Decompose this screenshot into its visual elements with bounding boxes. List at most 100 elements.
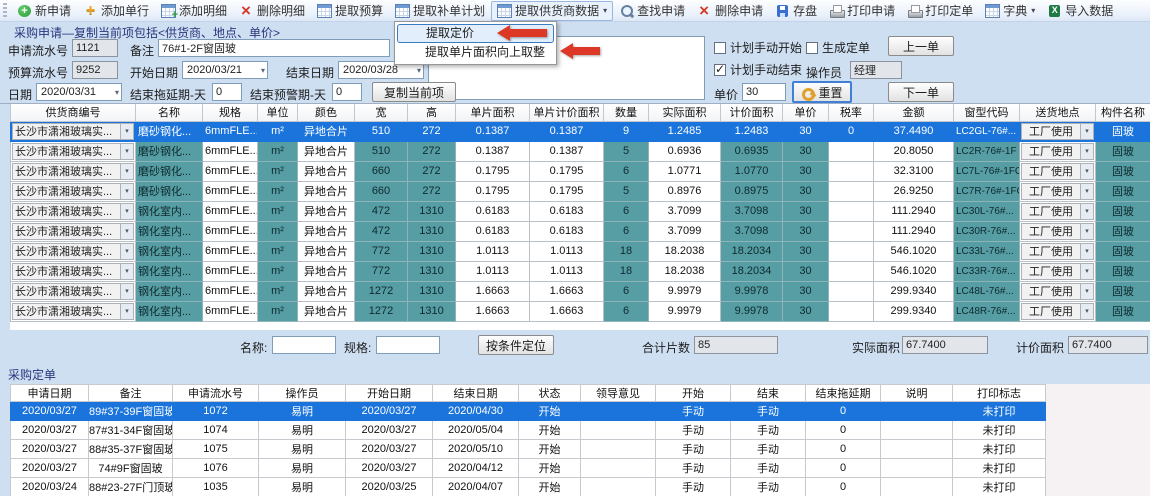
cell-piece-calc-area[interactable]: 0.6183 xyxy=(530,221,604,241)
cell-calc-area[interactable]: 0.6935 xyxy=(721,141,783,161)
cell-calc-area[interactable]: 1.2483 xyxy=(721,121,783,141)
cell-request-date[interactable]: 2020/03/27 xyxy=(11,421,89,440)
cell-unit[interactable]: m² xyxy=(258,201,298,221)
cell-unit[interactable]: m² xyxy=(258,281,298,301)
cell-status[interactable]: 开始 xyxy=(519,459,581,478)
cell-status[interactable]: 开始 xyxy=(519,402,581,421)
cell-unit-price[interactable]: 30 xyxy=(783,201,829,221)
delivery-combobox[interactable]: 工厂使用▾ xyxy=(1021,163,1094,180)
cell-memo[interactable] xyxy=(881,402,953,421)
cell-part-name[interactable]: 固玻 xyxy=(1096,281,1150,301)
cell-width[interactable]: 1272 xyxy=(355,281,408,301)
toolbar-button[interactable]: 提取预算▾ xyxy=(311,1,389,21)
cell-height[interactable]: 272 xyxy=(408,181,456,201)
cell-start-mode[interactable]: 手动 xyxy=(656,459,731,478)
cell-tax[interactable] xyxy=(829,141,874,161)
toolbar-button[interactable]: 添加明细▾ xyxy=(155,1,233,21)
cell-unit-price[interactable]: 30 xyxy=(783,241,829,261)
cell-request-date[interactable]: 2020/03/27 xyxy=(11,440,89,459)
cell-spec[interactable]: 6mmFLE... xyxy=(203,161,258,181)
cell-height[interactable]: 1310 xyxy=(408,221,456,241)
supplier-combobox[interactable]: 长沙市潇湘玻璃实...▾ xyxy=(12,143,134,160)
cell-request-date[interactable]: 2020/03/24 xyxy=(11,478,89,496)
cell-part-name[interactable]: 固玻 xyxy=(1096,241,1150,261)
cell-unit-price[interactable]: 30 xyxy=(783,141,829,161)
cell-window-code[interactable]: LC30R-76#... xyxy=(954,221,1020,241)
delivery-combobox[interactable]: 工厂使用▾ xyxy=(1021,123,1094,140)
delivery-combobox[interactable]: 工厂使用▾ xyxy=(1021,263,1094,280)
cell-spec[interactable]: 6mmFLE... xyxy=(203,121,258,141)
cell-tax[interactable]: 0 xyxy=(829,121,874,141)
cell-height[interactable]: 1310 xyxy=(408,301,456,321)
column-header[interactable]: 单位 xyxy=(258,104,298,121)
cell-memo[interactable] xyxy=(881,440,953,459)
cell-height[interactable]: 272 xyxy=(408,121,456,141)
column-header[interactable]: 申请流水号 xyxy=(173,385,259,402)
column-header[interactable]: 计价面积 xyxy=(721,104,783,121)
cell-color[interactable]: 异地合片 xyxy=(298,121,355,141)
reset-button[interactable]: 重置 xyxy=(792,81,852,103)
detail-row[interactable]: 长沙市潇湘玻璃实...▾ 钢化室内... 6mmFLE... m² 异地合片 1… xyxy=(11,281,1150,301)
detail-row[interactable]: 长沙市潇湘玻璃实...▾ 钢化室内... 6mmFLE... m² 异地合片 7… xyxy=(11,241,1150,261)
cell-opinion[interactable] xyxy=(581,459,656,478)
column-header[interactable]: 规格 xyxy=(203,104,258,121)
cell-end-date[interactable]: 2020/05/04 xyxy=(433,421,519,440)
next-order-button[interactable]: 下一单 xyxy=(888,82,954,102)
cell-memo[interactable] xyxy=(881,421,953,440)
cell-calc-area[interactable]: 3.7098 xyxy=(721,201,783,221)
date-picker[interactable]: 2020/03/31▾ xyxy=(36,83,122,101)
cell-opinion[interactable] xyxy=(581,478,656,496)
supplier-combobox[interactable]: 长沙市潇湘玻璃实...▾ xyxy=(12,203,134,220)
supplier-combobox[interactable]: 长沙市潇湘玻璃实...▾ xyxy=(12,243,134,260)
warn-input[interactable]: 0 xyxy=(332,83,362,101)
cell-spec[interactable]: 6mmFLE... xyxy=(203,221,258,241)
cell-unit[interactable]: m² xyxy=(258,261,298,281)
delivery-combobox[interactable]: 工厂使用▾ xyxy=(1021,143,1094,160)
cell-note[interactable]: 89#37-39F窗固玻 xyxy=(89,402,173,421)
cell-part-name[interactable]: 固玻 xyxy=(1096,181,1150,201)
cell-width[interactable]: 772 xyxy=(355,241,408,261)
cell-qty[interactable]: 9 xyxy=(604,121,649,141)
cell-spec[interactable]: 6mmFLE... xyxy=(203,281,258,301)
cell-tax[interactable] xyxy=(829,281,874,301)
cell-serial[interactable]: 1074 xyxy=(173,421,259,440)
cell-width[interactable]: 660 xyxy=(355,161,408,181)
cell-amount[interactable]: 299.9340 xyxy=(874,301,954,321)
delivery-combobox[interactable]: 工厂使用▾ xyxy=(1021,283,1094,300)
detail-row[interactable]: 长沙市潇湘玻璃实...▾ 磨砂钢化... 6mmFLE... m² 异地合片 6… xyxy=(11,181,1150,201)
column-header[interactable]: 高 xyxy=(408,104,456,121)
cell-part-name[interactable]: 固玻 xyxy=(1096,121,1150,141)
cell-start-date[interactable]: 2020/03/27 xyxy=(346,440,433,459)
prev-order-button[interactable]: 上一单 xyxy=(888,36,954,56)
cell-delay[interactable]: 0 xyxy=(806,402,881,421)
operator-field[interactable]: 经理 xyxy=(850,61,902,79)
cell-calc-area[interactable]: 18.2034 xyxy=(721,241,783,261)
toolbar-button[interactable]: 查找申请▾ xyxy=(613,1,691,21)
cell-window-code[interactable]: LC7R-76#-1FO xyxy=(954,181,1020,201)
cell-window-code[interactable]: LC7L-76#-1FO xyxy=(954,161,1020,181)
filter-name-input[interactable] xyxy=(272,336,336,354)
cell-part-name[interactable]: 固玻 xyxy=(1096,141,1150,161)
cell-piece-calc-area[interactable]: 1.0113 xyxy=(530,261,604,281)
cell-color[interactable]: 异地合片 xyxy=(298,181,355,201)
toolbar-grip[interactable] xyxy=(3,3,7,18)
cell-window-code[interactable]: LC33R-76#... xyxy=(954,261,1020,281)
cell-tax[interactable] xyxy=(829,221,874,241)
cell-name[interactable]: 钢化室内... xyxy=(136,241,203,261)
cell-start-mode[interactable]: 手动 xyxy=(656,402,731,421)
cell-part-name[interactable]: 固玻 xyxy=(1096,161,1150,181)
cell-spec[interactable]: 6mmFLE... xyxy=(203,261,258,281)
cell-end-mode[interactable]: 手动 xyxy=(731,459,806,478)
cell-delay[interactable]: 0 xyxy=(806,421,881,440)
cell-serial[interactable]: 1076 xyxy=(173,459,259,478)
toolbar-button[interactable]: 删除明细▾ xyxy=(233,1,311,21)
cell-end-date[interactable]: 2020/05/10 xyxy=(433,440,519,459)
locate-button[interactable]: 按条件定位 xyxy=(478,335,554,355)
cell-spec[interactable]: 6mmFLE... xyxy=(203,241,258,261)
cell-actual-area[interactable]: 1.0771 xyxy=(649,161,721,181)
cell-calc-area[interactable]: 9.9978 xyxy=(721,301,783,321)
toolbar-button[interactable]: 字典▾ xyxy=(979,1,1041,21)
cell-name[interactable]: 钢化室内... xyxy=(136,201,203,221)
cell-unit-price[interactable]: 30 xyxy=(783,221,829,241)
cell-width[interactable]: 510 xyxy=(355,141,408,161)
